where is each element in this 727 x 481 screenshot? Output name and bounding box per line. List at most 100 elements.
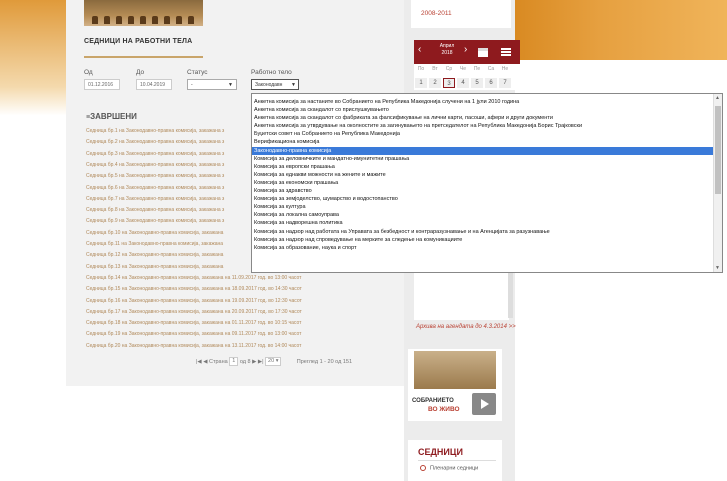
body-select-dropdown: Анкетна комисија за настаните во Собрани… <box>251 93 723 273</box>
prev-page-button[interactable]: ◀ <box>203 359 207 365</box>
dropdown-option[interactable]: Комисија за локална самоуправа <box>252 211 715 219</box>
dropdown-option[interactable]: Буџетски совет на Собранието на Републик… <box>252 130 715 138</box>
body-select-value: Законодавн <box>255 82 283 88</box>
bullet-icon <box>420 465 426 471</box>
scrollbar-thumb[interactable] <box>715 106 721 194</box>
completed-heading: ≡ЗАВРШЕНИ <box>86 112 137 121</box>
scroll-up-icon[interactable]: ▲ <box>715 95 720 101</box>
session-link[interactable]: Седница бр.4 на Законодавно-правна комис… <box>86 162 224 168</box>
session-link[interactable]: Седница бр.16 на Законодавно-правна коми… <box>86 298 302 304</box>
archive-years-link[interactable]: 2008-2011 <box>421 10 452 17</box>
pagination: |◀ ◀ Страна 1 од 8 ▶ ▶| 20 ▾ Преглед 1 -… <box>196 357 352 366</box>
calendar-day[interactable]: 5 <box>471 78 483 88</box>
dropdown-option[interactable]: Анкетна комисија за скандалот со прислуш… <box>252 106 715 114</box>
chevron-right-icon[interactable]: › <box>464 44 467 55</box>
next-page-button[interactable]: ▶ <box>252 359 256 365</box>
agenda-scrollbar[interactable] <box>508 272 513 318</box>
dropdown-option[interactable]: Комисија за економски прашања <box>252 179 715 187</box>
session-link[interactable]: Седница бр.5 на Законодавно-правна комис… <box>86 173 224 179</box>
live-label-line2: ВО ЖИВО <box>428 406 460 413</box>
session-link[interactable]: Седница бр.12 на Законодавно-правна коми… <box>86 252 223 258</box>
dropdown-option[interactable]: Комисија за култура <box>252 203 715 211</box>
pager-summary: Преглед 1 - 20 од 151 <box>296 358 353 365</box>
last-page-button[interactable]: ▶| <box>258 359 264 365</box>
chevron-down-icon: ▼ <box>228 82 233 88</box>
session-link[interactable]: Седница бр.11 на Законодавно-правна коми… <box>86 241 223 247</box>
session-link[interactable]: Седница бр.2 на Законодавно-правна комис… <box>86 139 224 145</box>
to-date-input[interactable]: 10.04.2019 <box>136 79 172 90</box>
session-link[interactable]: Седница бр.9 на Законодавно-правна комис… <box>86 218 224 224</box>
dropdown-option[interactable]: Комисија за европски прашања <box>252 163 715 171</box>
page-input[interactable]: 1 <box>229 357 239 366</box>
sessions-box: СЕДНИЦИ Пленарни седници <box>408 440 502 481</box>
status-label: Статус <box>187 69 208 76</box>
session-link[interactable]: Седница бр.18 на Законодавно-правна коми… <box>86 320 301 326</box>
session-link[interactable]: Седница бр.20 на Законодавно-правна коми… <box>86 343 301 349</box>
per-page-select[interactable]: 20 ▾ <box>265 357 282 366</box>
page-background-right <box>515 0 727 60</box>
session-link[interactable]: Седница бр.17 на Законодавно-правна коми… <box>86 309 302 315</box>
dropdown-option[interactable]: Верификациона комисија <box>252 138 715 146</box>
calendar-icon[interactable] <box>477 45 489 57</box>
calendar-day-today[interactable]: 3 <box>443 78 455 88</box>
live-label-line1: СОБРАНИЕТО <box>412 398 454 404</box>
scroll-down-icon[interactable]: ▼ <box>715 265 720 271</box>
section-title: СЕДНИЦИ НА РАБОТНИ ТЕЛА <box>84 38 193 45</box>
calendar-day[interactable]: 4 <box>457 78 469 88</box>
first-page-button[interactable]: |◀ <box>196 359 202 365</box>
dropdown-scrollbar[interactable]: ▲ ▼ <box>713 94 722 272</box>
page-of: од 8 <box>239 358 251 365</box>
session-link[interactable]: Седница бр.3 на Законодавно-правна комис… <box>86 151 224 157</box>
session-link[interactable]: Седница бр.19 на Законодавно-правна коми… <box>86 331 301 337</box>
dropdown-option[interactable]: Комисија за еднакви можности на жените и… <box>252 171 715 179</box>
live-stream-banner[interactable]: СОБРАНИЕТО ВО ЖИВО <box>408 349 502 421</box>
session-link[interactable]: Седница бр.14 на Законодавно-правна коми… <box>86 275 301 281</box>
calendar-day[interactable]: 6 <box>485 78 497 88</box>
dropdown-option[interactable]: Законодавно-правна комисија <box>252 146 715 155</box>
parliament-hall-image <box>414 351 496 389</box>
dropdown-option[interactable]: Анкетна комисија за настаните во Собрани… <box>252 98 715 106</box>
session-link[interactable]: Седница бр.13 на Законодавно-правна коми… <box>86 264 223 270</box>
dropdown-option[interactable]: Комисија за надзор над спроведување на м… <box>252 236 715 244</box>
dropdown-option[interactable]: Комисија за земјоделство, шумарство и во… <box>252 195 715 203</box>
section-title-underline <box>84 56 203 58</box>
status-select[interactable]: - ▼ <box>187 79 237 90</box>
plenary-sessions-link[interactable]: Пленарни седници <box>420 465 478 471</box>
calendar-day[interactable]: 2 <box>429 78 441 88</box>
status-select-value: - <box>191 82 193 88</box>
agenda-box <box>414 272 509 320</box>
body-label: Работно тело <box>251 69 292 76</box>
dropdown-option[interactable]: Комисија за надворешна политика <box>252 219 715 227</box>
calendar-day[interactable]: 7 <box>499 78 511 88</box>
session-link[interactable]: Седница бр.1 на Законодавно-правна комис… <box>86 128 224 134</box>
agenda-archive-link[interactable]: Архива на агендата до 4.3.2014 >> <box>416 324 516 330</box>
chevron-down-icon: ▼ <box>291 82 296 88</box>
committee-room-photo <box>84 0 203 26</box>
calendar-day[interactable]: 1 <box>415 78 427 88</box>
archive-years-box: 2008-2011 <box>411 0 511 28</box>
calendar-weekdays: По Вт Ср Че Пе Са Не <box>414 64 520 76</box>
to-label: До <box>136 69 145 76</box>
page-background-left <box>0 0 66 481</box>
session-link[interactable]: Седница бр.8 на Законодавно-правна комис… <box>86 207 224 213</box>
calendar-header: ‹ Април 2018 › <box>414 40 520 64</box>
list-view-icon[interactable] <box>500 45 512 57</box>
session-link[interactable]: Седница бр.6 на Законодавно-правна комис… <box>86 185 224 191</box>
dropdown-option[interactable]: Комисија за здравство <box>252 187 715 195</box>
session-link[interactable]: Седница бр.15 на Законодавно-правна коми… <box>86 286 302 292</box>
dropdown-option[interactable]: Комисија за надзор над работата на Управ… <box>252 228 715 236</box>
sessions-box-title: СЕДНИЦИ <box>418 447 463 457</box>
dropdown-option[interactable]: Комисија за образование, наука и спорт <box>252 244 715 252</box>
session-link[interactable]: Седница бр.10 на Законодавно-правна коми… <box>86 230 223 236</box>
session-link[interactable]: Седница бр.7 на Законодавно-правна комис… <box>86 196 224 202</box>
calendar-month: Април 2018 <box>439 43 455 56</box>
dropdown-option[interactable]: Анкетна комисија за скандалот со фабрика… <box>252 114 715 122</box>
dropdown-options: Анкетна комисија за настаните во Собрани… <box>252 98 715 252</box>
play-icon[interactable] <box>472 393 496 415</box>
body-select[interactable]: Законодавн ▼ <box>251 79 299 90</box>
dropdown-option[interactable]: Анкетна комисија за утврдување на околно… <box>252 122 715 130</box>
from-date-input[interactable]: 01.12.2016 <box>84 79 120 90</box>
dropdown-option[interactable]: Комисија за деловничките и мандатно-имун… <box>252 155 715 163</box>
calendar-dates: 1 2 3 4 5 6 7 <box>414 76 520 90</box>
chevron-left-icon[interactable]: ‹ <box>418 44 421 55</box>
